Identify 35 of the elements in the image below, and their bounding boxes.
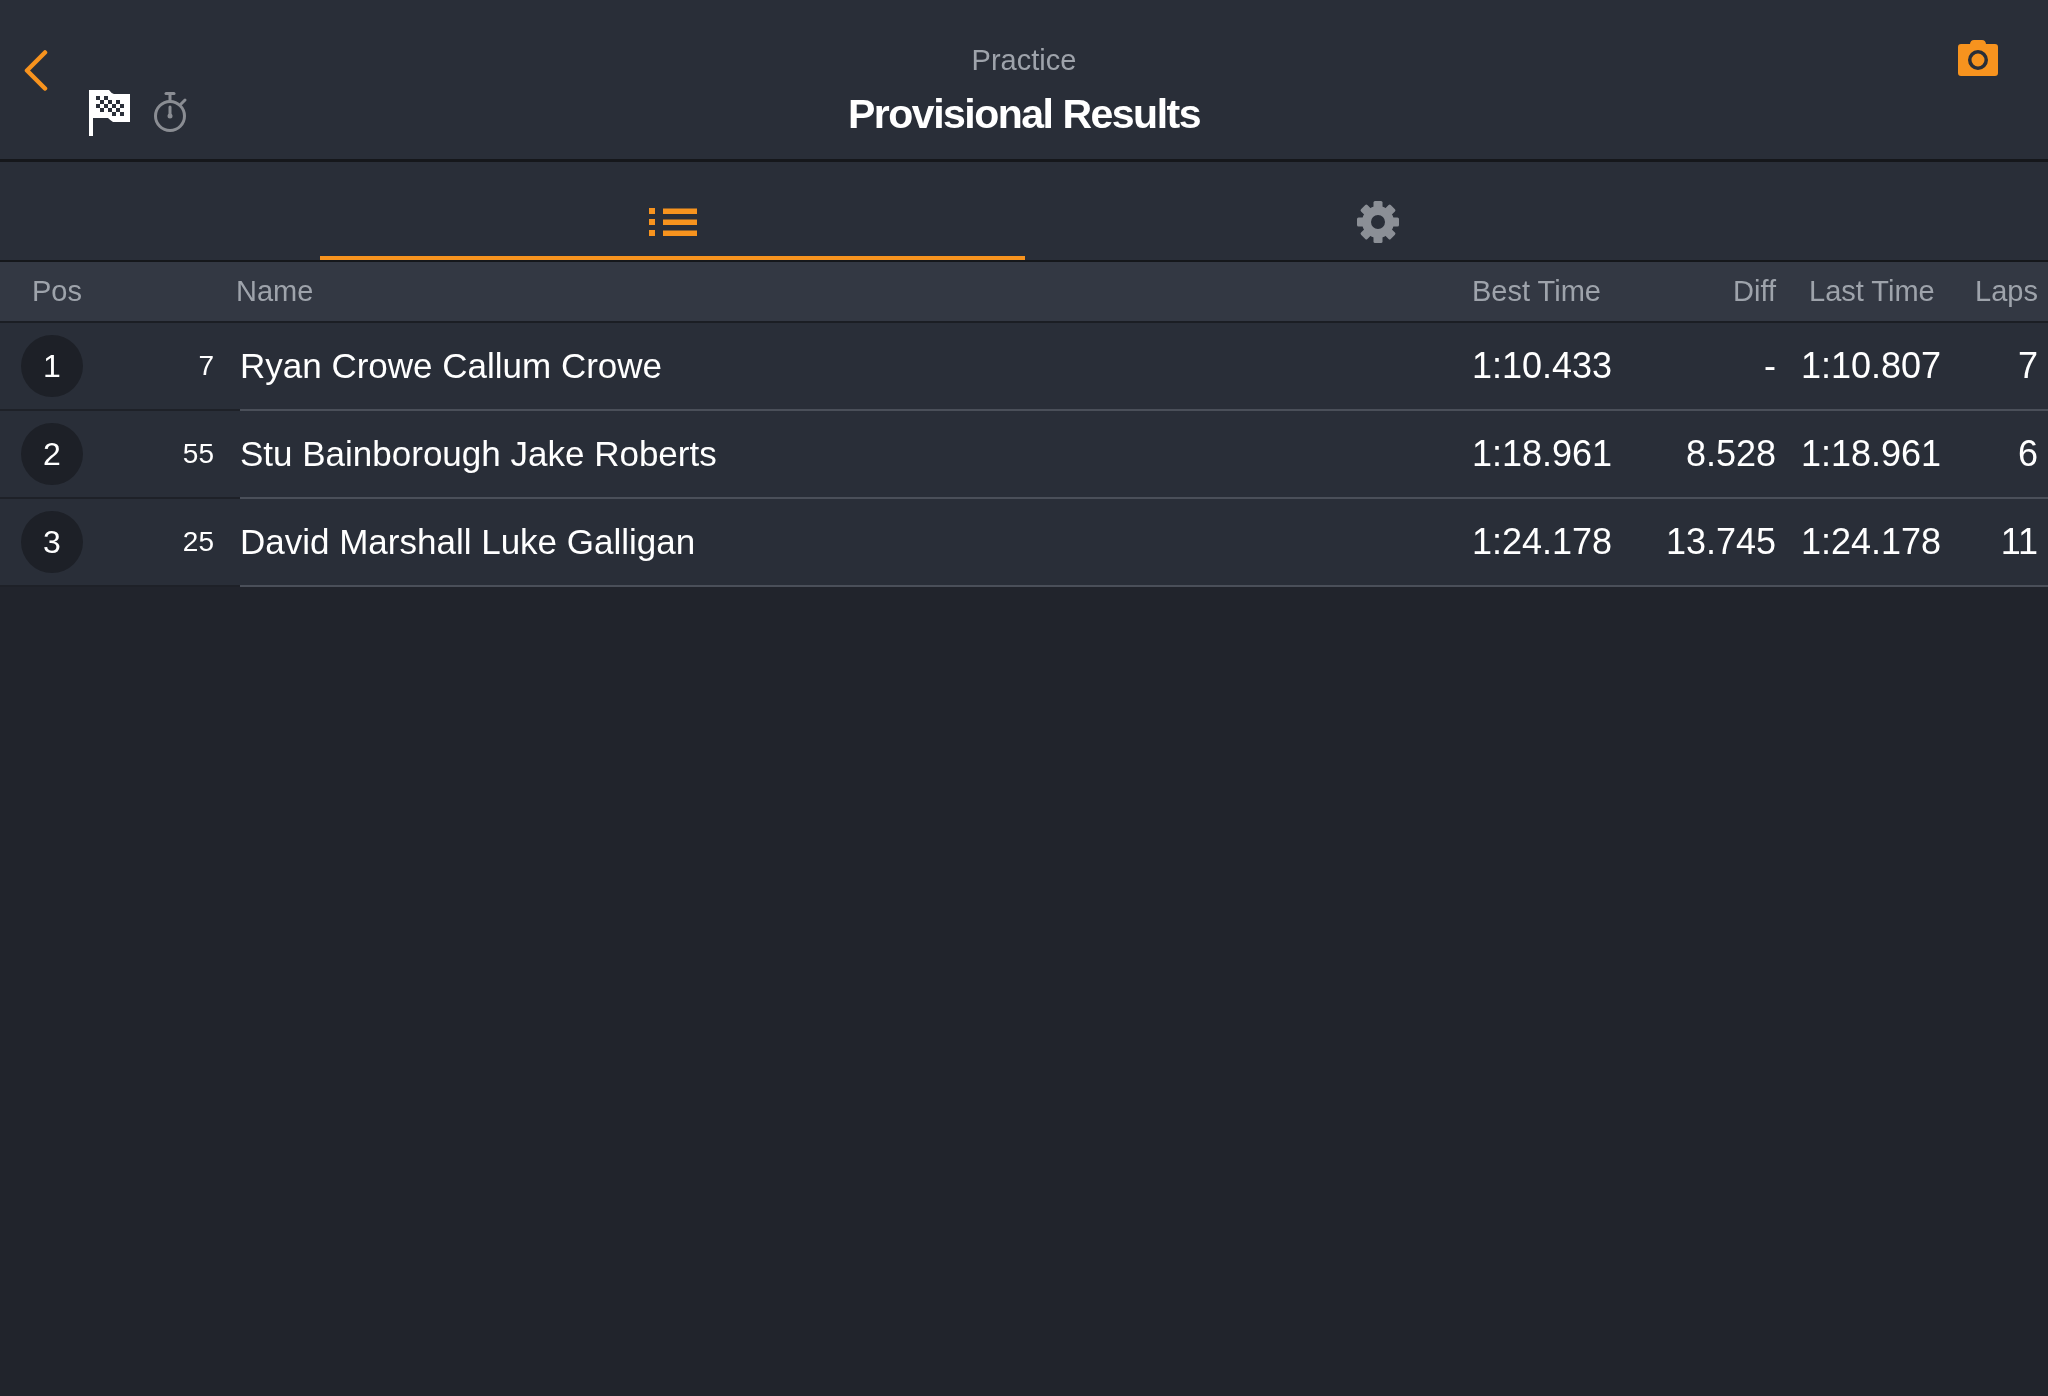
position-badge: 3 <box>21 511 83 573</box>
driver-names: Ryan Crowe Callum Crowe <box>240 344 663 387</box>
chevron-left-icon[interactable] <box>24 50 48 91</box>
column-header: Diff <box>1733 273 1776 309</box>
best-time: 1:10.433 <box>1472 344 1613 388</box>
lap-count: 6 <box>2017 432 2038 476</box>
car-number: 7 <box>198 349 214 383</box>
last-time: 1:24.178 <box>1801 520 1942 564</box>
column-header: Laps <box>1975 273 2038 309</box>
driver-names: David Marshall Luke Galligan <box>240 520 696 563</box>
best-time: 1:24.178 <box>1472 520 1613 564</box>
driver-names: Stu Bainborough Jake Roberts <box>240 432 717 475</box>
stopwatch-icon <box>152 92 188 132</box>
column-header: Pos <box>32 274 82 307</box>
column-header: Best Time <box>1472 273 1601 309</box>
position-badge: 2 <box>21 423 83 485</box>
time-diff: 8.528 <box>1685 432 1776 476</box>
time-diff: - <box>1764 344 1776 388</box>
column-header: Name <box>236 274 314 307</box>
best-time: 1:18.961 <box>1472 432 1613 476</box>
camera-icon[interactable] <box>1958 40 1998 76</box>
settings-icon <box>1355 200 1400 244</box>
last-time: 1:18.961 <box>1801 432 1942 476</box>
column-header: Last Time <box>1809 273 1935 309</box>
screen-title: Provisional Results <box>848 90 1200 138</box>
checkered-flag-icon <box>89 90 130 136</box>
screen-subtitle: Practice <box>971 43 1077 78</box>
time-diff: 13.745 <box>1665 520 1776 564</box>
lap-count: 7 <box>2017 344 2038 388</box>
car-number: 55 <box>182 437 214 471</box>
list-icon <box>648 208 697 236</box>
car-number: 25 <box>182 525 214 559</box>
last-time: 1:10.807 <box>1801 344 1942 388</box>
position-badge: 1 <box>21 335 83 397</box>
lap-count: 11 <box>2000 520 2038 564</box>
